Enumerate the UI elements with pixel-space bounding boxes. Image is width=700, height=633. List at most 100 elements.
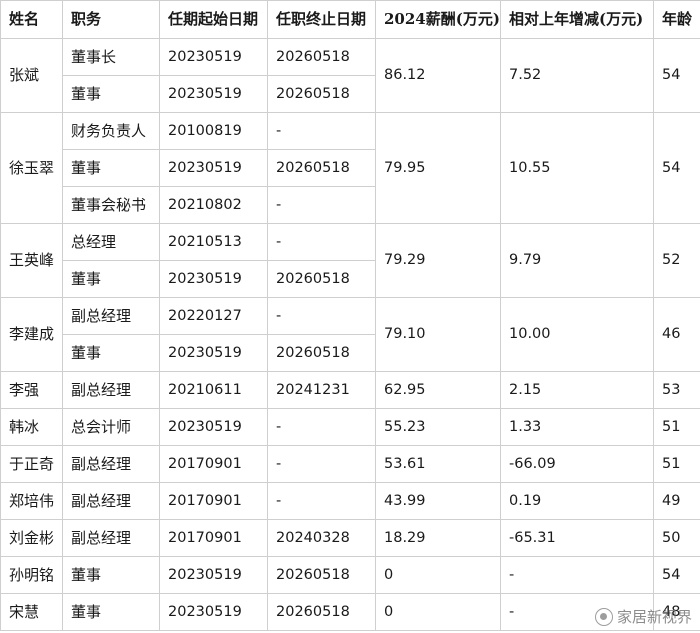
header-row: 姓名 职务 任期起始日期 任职终止日期 2024薪酬(万元) 相对上年增减(万元… xyxy=(0,0,700,39)
cell-term-start: 20230519 xyxy=(159,75,268,113)
cell-name: 李强 xyxy=(0,371,63,409)
cell-term-end: 20260518 xyxy=(267,38,376,76)
cell-name: 于正奇 xyxy=(0,445,63,483)
header-name: 姓名 xyxy=(0,0,63,39)
cell-salary: 86.12 xyxy=(375,38,501,113)
cell-term-end: 20260518 xyxy=(267,149,376,187)
cell-name: 刘金彬 xyxy=(0,519,63,557)
cell-change: - xyxy=(500,556,654,594)
cell-salary: 43.99 xyxy=(375,482,501,520)
header-salary: 2024薪酬(万元) xyxy=(375,0,501,39)
cell-term-end: - xyxy=(267,186,376,224)
cell-term-start: 20100819 xyxy=(159,112,268,150)
cell-salary: 53.61 xyxy=(375,445,501,483)
table-row: 于正奇 副总经理 20170901-53.61 -66.09 51 xyxy=(0,445,700,483)
cell-term-start: 20220127 xyxy=(159,297,268,335)
header-term-end: 任职终止日期 xyxy=(267,0,376,39)
table-row: 张斌 董事长 20230519 20260518 86.12 7.52 54 xyxy=(0,38,700,113)
table-row: 孙明铭 董事 20230519 20260518 0-54 xyxy=(0,556,700,594)
cell-age: 54 xyxy=(653,556,700,594)
cell-age: 52 xyxy=(653,223,700,298)
cell-term-start: 20230519 xyxy=(159,38,268,76)
cell-term-end: 20241231 xyxy=(267,371,376,409)
cell-term-start: 20210802 xyxy=(159,186,268,224)
cell-age: 50 xyxy=(653,519,700,557)
cell-position: 副总经理 xyxy=(62,371,160,409)
cell-change: -65.31 xyxy=(500,519,654,557)
cell-term-start: 20230519 xyxy=(159,334,268,372)
cell-position: 董事 xyxy=(62,260,160,298)
cell-term-start: 20230519 xyxy=(159,556,268,594)
cell-change: 2.15 xyxy=(500,371,654,409)
cell-change: 9.79 xyxy=(500,223,654,298)
table-row: 王英峰 总经理 20210513-79.29 9.79 52 xyxy=(0,223,700,298)
cell-age: 46 xyxy=(653,297,700,372)
cell-position: 副总经理 xyxy=(62,445,160,483)
cell-change: 0.19 xyxy=(500,482,654,520)
cell-term-end: 20260518 xyxy=(267,75,376,113)
cell-position: 董事 xyxy=(62,75,160,113)
cell-term-start: 20170901 xyxy=(159,445,268,483)
cell-salary: 79.95 xyxy=(375,112,501,224)
cell-age: 51 xyxy=(653,408,700,446)
cell-name: 孙明铭 xyxy=(0,556,63,594)
table-row: 徐玉翠 财务负责人 20100819-79.95 10.55 54 xyxy=(0,112,700,224)
cell-salary: 55.23 xyxy=(375,408,501,446)
cell-name: 韩冰 xyxy=(0,408,63,446)
cell-term-start: 20170901 xyxy=(159,519,268,557)
table-row: 韩冰 总会计师 20230519-55.23 1.33 51 xyxy=(0,408,700,446)
cell-name: 宋慧 xyxy=(0,593,63,631)
cell-position: 总经理 xyxy=(62,223,160,261)
cell-term-start: 20230519 xyxy=(159,149,268,187)
cell-term-end: - xyxy=(267,482,376,520)
table-body: 张斌 董事长 20230519 20260518 86.12 7.52 54 董事 202305… xyxy=(0,38,700,631)
header-change: 相对上年增减(万元) xyxy=(500,0,654,39)
cell-term-end: 20260518 xyxy=(267,334,376,372)
cell-age: 54 xyxy=(653,38,700,113)
table-row: 李强 副总经理 20210611 20241231 62.95 2.15 53 xyxy=(0,371,700,409)
cell-salary: 0 xyxy=(375,556,501,594)
cell-position: 副总经理 xyxy=(62,519,160,557)
cell-term-end: - xyxy=(267,112,376,150)
cell-position: 董事会秘书 xyxy=(62,186,160,224)
cell-term-end: 20260518 xyxy=(267,556,376,594)
cell-position: 总会计师 xyxy=(62,408,160,446)
cell-salary: 62.95 xyxy=(375,371,501,409)
cell-name: 王英峰 xyxy=(0,223,63,298)
cell-term-end: - xyxy=(267,445,376,483)
cell-name: 李建成 xyxy=(0,297,63,372)
cell-age: 51 xyxy=(653,445,700,483)
cell-term-start: 20210513 xyxy=(159,223,268,261)
cell-name: 徐玉翠 xyxy=(0,112,63,224)
table-row: 李建成 副总经理 20220127-79.10 10.00 46 xyxy=(0,297,700,372)
cell-change: 1.33 xyxy=(500,408,654,446)
cell-age: 54 xyxy=(653,112,700,224)
cell-term-end: 20240328 xyxy=(267,519,376,557)
cell-change: 7.52 xyxy=(500,38,654,113)
cell-position: 副总经理 xyxy=(62,297,160,335)
cell-name: 张斌 xyxy=(0,38,63,113)
header-position: 职务 xyxy=(62,0,160,39)
header-term-start: 任期起始日期 xyxy=(159,0,268,39)
cell-term-start: 20210611 xyxy=(159,371,268,409)
cell-term-end: - xyxy=(267,297,376,335)
table-row: 刘金彬 副总经理 20170901 20240328 18.29 -65.31 50 xyxy=(0,519,700,557)
weibo-icon xyxy=(594,607,613,626)
executive-compensation-table: 姓名 职务 任期起始日期 任职终止日期 2024薪酬(万元) 相对上年增减(万元… xyxy=(0,0,700,631)
cell-salary: 79.29 xyxy=(375,223,501,298)
cell-term-start: 20230519 xyxy=(159,408,268,446)
cell-term-end: - xyxy=(267,223,376,261)
cell-age: 49 xyxy=(653,482,700,520)
cell-position: 董事 xyxy=(62,593,160,631)
cell-position: 董事长 xyxy=(62,38,160,76)
cell-change: 10.00 xyxy=(500,297,654,372)
cell-term-start: 20230519 xyxy=(159,260,268,298)
cell-change: -66.09 xyxy=(500,445,654,483)
cell-term-end: 20260518 xyxy=(267,260,376,298)
cell-position: 董事 xyxy=(62,334,160,372)
header-age: 年龄 xyxy=(653,0,700,39)
table-row: 郑培伟 副总经理 20170901-43.99 0.19 49 xyxy=(0,482,700,520)
cell-age: 53 xyxy=(653,371,700,409)
cell-term-start: 20230519 xyxy=(159,593,268,631)
cell-change: 10.55 xyxy=(500,112,654,224)
